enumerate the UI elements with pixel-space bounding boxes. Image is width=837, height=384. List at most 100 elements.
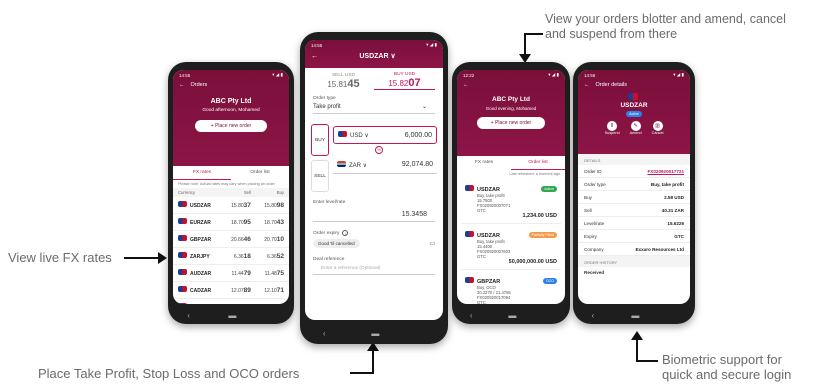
amount2-value: 92,074.80 (401, 161, 433, 168)
arrow-orders-line (524, 33, 543, 35)
order-card[interactable]: USDZAR Partially Filled Buy, take profit 15… (461, 227, 561, 270)
sell-pips: 79 (243, 269, 251, 277)
suspend-button[interactable]: II Suspend (605, 121, 620, 135)
order-card[interactable]: GBPZAR OCO Buy, OCO 20.2270 / 21.4765 FX0209… (461, 273, 561, 304)
fx-rate-row[interactable]: CADZAR 12.0789 12.1071 (173, 282, 289, 299)
tab-order-list[interactable]: Order list (231, 166, 289, 180)
buy-rate-major: 15.82 (388, 79, 409, 88)
phone-place-order: 14:55 ▾ ◢ ▮ ← USDZAR ∨ SELL USD 15.8145 B… (300, 32, 448, 344)
pair-title: USDZAR (620, 102, 648, 109)
pair-label: GBPZAR (190, 237, 212, 243)
back-arrow-icon[interactable]: ← (311, 53, 318, 60)
sell-rate[interactable]: 18.7095 (218, 219, 251, 226)
cancel-button[interactable]: ▥ Cancel (651, 121, 664, 135)
nav-back-icon[interactable]: ‹ (323, 329, 326, 338)
sell-rate[interactable]: 6.3618 (218, 253, 251, 260)
order-amount: 1,234.00 USD (522, 213, 557, 219)
sell-rate[interactable]: 10.6715 (218, 304, 251, 305)
buy-rate[interactable]: 20.7010 (251, 236, 284, 243)
sell-quote[interactable]: SELL USD 15.8145 (313, 73, 374, 90)
buy-rate[interactable]: 11.4875 (251, 270, 284, 277)
amount2-field[interactable]: ZAR ∨ 92,074.80 (333, 156, 437, 174)
pair-flags-icon (578, 93, 690, 102)
buy-major: 6.36 (267, 253, 277, 260)
place-new-order-button[interactable]: + Place new order (477, 117, 545, 129)
status-time: 14:55 (179, 72, 191, 78)
back-arrow-icon[interactable]: ← (584, 82, 590, 88)
place-new-order-button[interactable]: + Place new order (195, 120, 267, 132)
ccy1-select[interactable]: USD ∨ (338, 131, 369, 139)
nav-back-icon[interactable]: ‹ (592, 311, 595, 320)
level-label: Enter level/rate (313, 200, 346, 205)
sell-pips: 95 (243, 218, 251, 226)
buy-quote[interactable]: BUY USD 15.8207 (374, 72, 435, 90)
buy-pips: 71 (276, 286, 284, 294)
order-card-header: GBPZAR OCO (465, 277, 557, 285)
fx-rate-row[interactable]: USDZAR 15.8037 15.8098 (173, 197, 289, 214)
ccy2-select[interactable]: ZAR ∨ (337, 160, 367, 169)
sell-pips: 46 (243, 235, 251, 243)
buy-pips: 94 (277, 304, 284, 305)
buy-toggle[interactable]: BUY (311, 124, 329, 156)
nav-home-icon[interactable]: ▬ (371, 329, 379, 338)
tab-fx-rates[interactable]: FX rates (457, 156, 511, 170)
level-input[interactable]: 15.3458 (313, 205, 435, 222)
pair-label: EURZAR (190, 220, 211, 226)
fx-rate-row[interactable]: EURZAR 18.7095 18.7043 (173, 214, 289, 231)
fx-rate-row[interactable]: GBPZAR 20.6646 20.7010 (173, 231, 289, 248)
nav-home-icon[interactable]: ▬ (631, 311, 639, 320)
fx-rate-row[interactable]: AUDZAR 11.4479 11.4875 (173, 265, 289, 282)
order-type-label: Order type (313, 96, 336, 101)
swap-icon[interactable]: % (375, 146, 383, 154)
detail-key: Buy (584, 194, 592, 200)
orders-tabs: FX rates Order list (457, 156, 565, 170)
amend-button[interactable]: ✎ Amend (630, 121, 642, 135)
calendar-icon[interactable]: ▭ (429, 240, 435, 247)
pair-selector[interactable]: USDZAR ∨ (318, 52, 437, 60)
sell-major: 18.70 (231, 219, 244, 226)
status-time: 14:55 (311, 42, 323, 48)
order-type-value: Take profit (313, 103, 341, 110)
expiry-chip[interactable]: Good 'til cancelled (313, 239, 360, 248)
currency-pair: EURZAR (178, 218, 218, 226)
tab-fx-rates[interactable]: FX rates (173, 166, 231, 180)
back-arrow-icon[interactable]: ← (457, 80, 565, 90)
order-type-select[interactable]: Take profit ⌄ (313, 101, 435, 114)
buy-rate[interactable]: 18.7043 (251, 219, 284, 226)
nav-home-icon[interactable]: ▬ (228, 311, 236, 320)
buy-rate[interactable]: 12.1071 (251, 287, 284, 294)
order-card[interactable]: USDZAR Active Buy, take profit 15.7500 FX020… (461, 181, 561, 224)
details-list: Order ID FX020920017721 Order type Buy, tak… (578, 165, 690, 256)
sell-toggle[interactable]: SELL (311, 160, 329, 192)
us-flag-icon (338, 131, 347, 137)
detail-row: Level/rate 15.6226 (578, 217, 690, 230)
nav-home-icon[interactable]: ▬ (508, 311, 516, 320)
tab-order-list[interactable]: Order list (511, 156, 565, 170)
header-buy: Buy (276, 190, 284, 195)
sell-rate[interactable]: 11.4479 (218, 269, 251, 277)
reference-input[interactable]: Enter a reference (Optional) (313, 262, 435, 275)
amount1-field[interactable]: USD ∨ 6,000.00 (333, 126, 437, 144)
order-pair: USDZAR (465, 185, 500, 193)
nav-back-icon[interactable]: ‹ (187, 311, 190, 320)
nav-back-icon[interactable]: ‹ (470, 311, 473, 320)
phone-fx-rates: 14:55 ▾ ◢ ▮ ← Orders ABC Pty Ltd Good aft… (168, 62, 294, 324)
buy-major: 18.70 (264, 219, 277, 226)
fx-rate-row[interactable]: ZARJPY 6.3618 6.3652 (173, 248, 289, 265)
orders-header: 12:22 ▾ ◢ ▮ ← ABC Pty Ltd Good evening, M… (457, 70, 565, 156)
buy-major: 12.10 (264, 287, 277, 294)
flag-icon (178, 286, 187, 292)
buy-rate[interactable]: 15.8098 (251, 202, 284, 209)
back-arrow-icon[interactable]: ← (179, 82, 185, 88)
fx-rate-row[interactable]: NZDZAR10.671510.6794 (173, 299, 289, 304)
sell-rate[interactable]: 20.6646 (218, 236, 251, 243)
pair-label: AUDZAR (190, 271, 212, 277)
order-meta: Buy, OCO 20.2270 / 21.4765 FX020920017094 G… (465, 285, 557, 304)
currency-pair: CADZAR (178, 286, 218, 294)
sell-rate[interactable]: 12.0789 (218, 287, 251, 294)
buy-rate[interactable]: 6.3652 (251, 253, 284, 260)
cancel-label: Cancel (651, 131, 664, 135)
sell-rate[interactable]: 15.8037 (218, 202, 251, 209)
buy-rate[interactable]: 10.6794 (251, 304, 284, 305)
pair-label: CADZAR (190, 288, 212, 294)
